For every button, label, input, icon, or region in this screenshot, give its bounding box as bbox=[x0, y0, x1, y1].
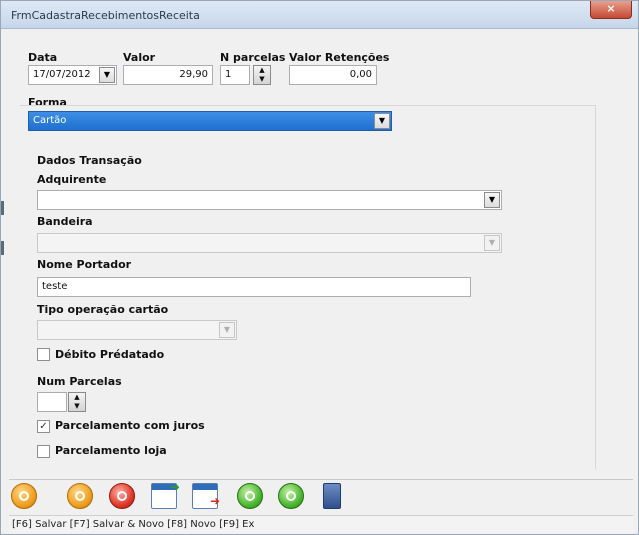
parcelamento-juros-label: Parcelamento com juros bbox=[55, 419, 205, 432]
toolbar-divider bbox=[9, 479, 633, 480]
num-parcelas-stepper[interactable]: ▲ ▼ bbox=[68, 392, 86, 412]
save-new-icon[interactable] bbox=[67, 483, 93, 509]
main-window: FrmCadastraRecebimentosReceita × Data 17… bbox=[0, 0, 639, 535]
adquirente-label: Adquirente bbox=[37, 173, 107, 186]
chevron-down-icon[interactable]: ▼ bbox=[484, 235, 500, 251]
num-parcelas-label: Num Parcelas bbox=[37, 375, 122, 388]
data-label: Data bbox=[28, 51, 58, 64]
title-bar[interactable]: FrmCadastraRecebimentosReceita × bbox=[1, 1, 638, 29]
num-parcelas-input[interactable] bbox=[37, 392, 67, 412]
close-button[interactable]: × bbox=[590, 1, 632, 19]
save-icon[interactable] bbox=[11, 483, 37, 509]
nome-portador-label: Nome Portador bbox=[37, 258, 132, 271]
tipo-operacao-label: Tipo operação cartão bbox=[37, 303, 169, 316]
chevron-down-icon[interactable]: ▼ bbox=[99, 67, 115, 83]
adquirente-select[interactable]: ▼ bbox=[37, 190, 502, 210]
retencoes-input[interactable]: 0,00 bbox=[289, 65, 377, 85]
data-value: 17/07/2012 bbox=[33, 69, 91, 80]
chevron-down-icon[interactable]: ▼ bbox=[219, 322, 235, 338]
status-bar: [F6] Salvar [F7] Salvar & Novo [F8] Novo… bbox=[9, 515, 633, 533]
tipo-operacao-select[interactable]: ▼ bbox=[37, 320, 237, 340]
splitter-grip bbox=[1, 201, 4, 215]
previous-icon[interactable] bbox=[237, 483, 263, 509]
remove-document-icon[interactable]: ➜ bbox=[192, 483, 220, 509]
parcelamento-loja-label: Parcelamento loja bbox=[55, 444, 167, 457]
debito-predatado-label: Débito Prédatado bbox=[55, 348, 165, 361]
valor-label: Valor bbox=[123, 51, 156, 64]
exit-icon[interactable] bbox=[323, 483, 341, 509]
nparcelas-label: N parcelas bbox=[220, 51, 286, 64]
next-icon[interactable] bbox=[278, 483, 304, 509]
debito-predatado-checkbox[interactable] bbox=[37, 348, 50, 361]
parcelamento-juros-checkbox[interactable]: ✓ bbox=[37, 420, 50, 433]
nome-portador-input[interactable]: teste bbox=[37, 277, 471, 297]
retencoes-label: Valor Retenções bbox=[289, 51, 390, 64]
valor-input[interactable]: 29,90 bbox=[123, 65, 213, 85]
splitter-grip bbox=[1, 241, 4, 255]
nparcelas-stepper[interactable]: ▲ ▼ bbox=[253, 65, 271, 85]
add-document-icon[interactable]: ➜ bbox=[151, 480, 180, 509]
bandeira-label: Bandeira bbox=[37, 215, 93, 228]
transacao-title: Dados Transação bbox=[37, 154, 142, 167]
data-date-picker[interactable]: 17/07/2012 ▼ bbox=[28, 65, 117, 85]
nparcelas-input[interactable]: 1 bbox=[220, 65, 250, 85]
parcelamento-loja-checkbox[interactable] bbox=[37, 445, 50, 458]
chevron-down-icon[interactable]: ▼ bbox=[484, 192, 500, 208]
window-title: FrmCadastraRecebimentosReceita bbox=[11, 9, 200, 22]
bandeira-select[interactable]: ▼ bbox=[37, 233, 502, 253]
new-icon[interactable] bbox=[109, 483, 135, 509]
